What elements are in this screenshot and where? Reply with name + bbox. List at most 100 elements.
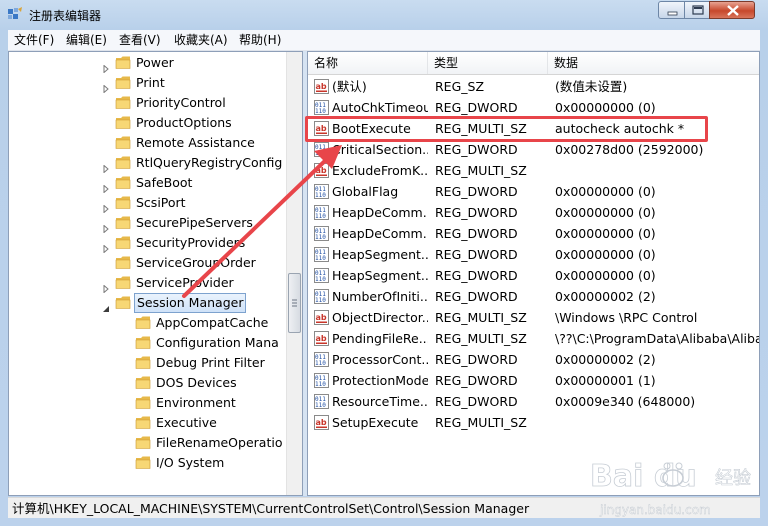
value-type: REG_DWORD (435, 226, 518, 241)
maximize-button[interactable] (684, 1, 710, 19)
tree-item[interactable]: ProductOptions (9, 113, 286, 133)
window-frame: 注册表编辑器 文件(F) 编辑(E) 查看(V) 收藏夹(A) 帮助(H) Po… (0, 0, 768, 526)
menu-view[interactable]: 查看(V) (119, 32, 161, 48)
binary-value-icon: 011 110 (314, 394, 329, 409)
string-value-icon: ab (314, 79, 329, 94)
tree-item[interactable]: Session Manager (9, 293, 286, 313)
tree-item[interactable]: PriorityControl (9, 93, 286, 113)
tree-item[interactable]: AppCompatCache (9, 313, 286, 333)
tree-item-label: SecurityProviders (136, 235, 246, 250)
tree-item[interactable]: Power (9, 53, 286, 74)
tree-item[interactable]: ServiceGroupOrder (9, 253, 286, 273)
column-header-name[interactable]: 名称 (308, 52, 428, 74)
grip-icon (292, 299, 297, 307)
tree-item-label: RtlQueryRegistryConfig (136, 155, 283, 170)
value-row[interactable]: ab ExcludeFromK... REG_MULTI_SZ (308, 160, 759, 181)
registry-key-tree[interactable]: Power Print PriorityControl ProductOptions R… (8, 51, 303, 496)
value-name: NumberOfIniti... (332, 289, 428, 304)
collapsed-arrow-icon[interactable] (102, 219, 110, 234)
svg-text:110: 110 (315, 213, 326, 220)
value-row[interactable]: ab PendingFileRe... REG_MULTI_SZ \??\C:\Pro… (308, 328, 759, 349)
collapsed-arrow-icon[interactable] (102, 279, 110, 294)
folder-icon (115, 175, 131, 190)
menu-help[interactable]: 帮助(H) (239, 32, 281, 48)
value-row[interactable]: 011 110 AutoChkTimeout REG_DWORD 0x00000000 … (308, 97, 759, 118)
window-title: 注册表编辑器 (29, 9, 102, 23)
collapsed-arrow-icon[interactable] (102, 59, 110, 74)
tree-item[interactable]: Environment (9, 393, 286, 413)
minimize-button[interactable] (658, 1, 685, 19)
watermark-domain: jingyan.baidu.com (599, 503, 711, 517)
value-row[interactable]: 011 110 HeapDeComm... REG_DWORD 0x00000000 (… (308, 202, 759, 223)
value-data: 0x00000000 (0) (555, 268, 656, 283)
menu-favorites[interactable]: 收藏夹(A) (174, 32, 228, 48)
value-row[interactable]: 011 110 GlobalFlag REG_DWORD 0x00000000 (0) (308, 181, 759, 202)
value-data: 0x00000002 (2) (555, 352, 656, 367)
svg-text:110: 110 (315, 297, 326, 304)
value-row[interactable]: 011 110 HeapSegment... REG_DWORD 0x00000000 … (308, 265, 759, 286)
value-data: 0x0009e340 (648000) (555, 394, 696, 409)
column-header-type[interactable]: 类型 (428, 52, 548, 74)
folder-icon (135, 355, 151, 370)
tree-item[interactable]: Print (9, 73, 286, 94)
value-row[interactable]: 011 110 HeapSegment... REG_DWORD 0x00000000 … (308, 244, 759, 265)
value-row[interactable]: 011 110 ProcessorCont... REG_DWORD 0x0000000… (308, 349, 759, 370)
binary-value-icon: 011 110 (314, 142, 329, 157)
value-row[interactable]: 011 110 NumberOfIniti... REG_DWORD 0x0000000… (308, 286, 759, 307)
value-row[interactable]: 011 110 HeapDeComm... REG_DWORD 0x00000000 (… (308, 223, 759, 244)
value-type: REG_DWORD (435, 373, 518, 388)
value-type: REG_DWORD (435, 352, 518, 367)
collapsed-arrow-icon[interactable] (102, 159, 110, 174)
tree-item[interactable]: DOS Devices (9, 373, 286, 393)
value-name: HeapDeComm... (332, 205, 428, 220)
tree-item[interactable]: Executive (9, 413, 286, 433)
tree-item[interactable]: ServiceProvider (9, 273, 286, 294)
tree-item[interactable]: SecurePipeServers (9, 213, 286, 234)
value-data: 0x00000000 (0) (555, 100, 656, 115)
registry-editor-icon (8, 7, 22, 19)
tree-item[interactable]: Configuration Mana (9, 333, 286, 353)
value-row[interactable]: 011 110 CriticalSection... REG_DWORD 0x00278… (308, 139, 759, 160)
tree-item[interactable]: SafeBoot (9, 173, 286, 194)
svg-text:110: 110 (315, 108, 326, 115)
title-bar[interactable]: 注册表编辑器 (0, 0, 768, 30)
value-row[interactable]: 011 110 ProtectionMode REG_DWORD 0x00000001 … (308, 370, 759, 391)
menu-edit[interactable]: 编辑(E) (66, 32, 107, 48)
folder-icon (115, 95, 131, 110)
expanded-arrow-icon[interactable] (102, 299, 110, 312)
value-data: 0x00278d00 (2592000) (555, 142, 704, 157)
maximize-icon (692, 5, 704, 15)
svg-text:110: 110 (315, 234, 326, 241)
baidu-watermark-icon: Bai du 经验 jingyan.baidu.com (590, 459, 751, 518)
collapsed-arrow-icon[interactable] (102, 179, 110, 194)
tree-item[interactable]: SecurityProviders (9, 233, 286, 254)
tree-item[interactable]: ScsiPort (9, 193, 286, 214)
tree-item-label: Print (136, 75, 165, 90)
tree-scrollbar-thumb[interactable] (288, 273, 301, 333)
collapsed-arrow-icon[interactable] (102, 79, 110, 94)
value-row[interactable]: ab SetupExecute REG_MULTI_SZ (308, 412, 759, 433)
tree-item-label: SecurePipeServers (136, 215, 253, 230)
close-button[interactable] (709, 1, 755, 19)
value-row[interactable]: 011 110 ResourceTime... REG_DWORD 0x0009e340… (308, 391, 759, 412)
watermark-subtitle: 经验 (715, 468, 751, 489)
tree-item[interactable]: I/O System (9, 453, 286, 473)
menu-file[interactable]: 文件(F) (14, 32, 54, 48)
binary-value-icon: 011 110 (314, 352, 329, 367)
value-name: ExcludeFromK... (332, 163, 428, 178)
tree-item[interactable]: FileRenameOperatio (9, 433, 286, 453)
tree-item[interactable]: Remote Assistance (9, 133, 286, 153)
folder-icon (115, 235, 131, 250)
value-row[interactable]: ab (默认) REG_SZ (数值未设置) (308, 76, 759, 97)
value-name: HeapDeComm... (332, 226, 428, 241)
collapsed-arrow-icon[interactable] (102, 199, 110, 214)
tree-item-label: PriorityControl (136, 95, 226, 110)
column-header-data[interactable]: 数据 (548, 52, 759, 74)
tree-vertical-scrollbar[interactable] (286, 52, 302, 495)
tree-item[interactable]: Debug Print Filter (9, 353, 286, 373)
tree-item[interactable]: RtlQueryRegistryConfig (9, 153, 286, 174)
value-type: REG_DWORD (435, 289, 518, 304)
value-type: REG_MULTI_SZ (435, 415, 527, 430)
value-row[interactable]: ab ObjectDirector... REG_MULTI_SZ \Windows … (308, 307, 759, 328)
collapsed-arrow-icon[interactable] (102, 239, 110, 254)
